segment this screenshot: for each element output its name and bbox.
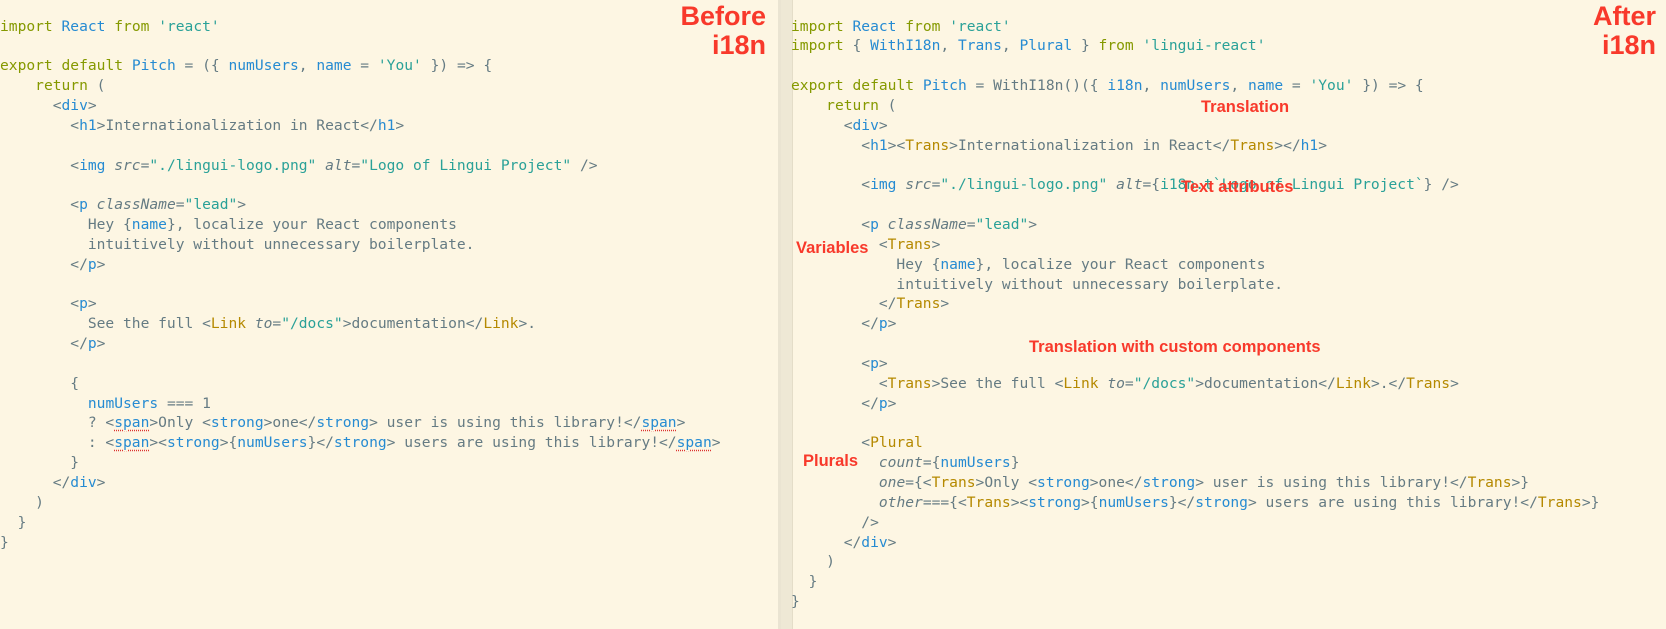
after-panel: After i18n import React from 'react' imp… — [781, 0, 1666, 629]
callout-text-attributes: Text attributes — [1181, 178, 1294, 196]
after-title: After i18n — [1593, 2, 1656, 60]
callout-translation-custom-components: Translation with custom components — [1029, 338, 1321, 356]
after-title-line2: i18n — [1601, 30, 1656, 60]
callout-translation: Translation — [1201, 98, 1290, 116]
before-code-block: import React from 'react' export default… — [0, 17, 721, 551]
callout-variables: Variables — [796, 239, 869, 257]
code-comparison-figure: Before i18n import React from 'react' ex… — [0, 0, 1666, 629]
after-title-line1: After — [1592, 1, 1656, 31]
after-code-block: import React from 'react' import { WithI… — [791, 17, 1600, 611]
callout-plurals: Plurals — [803, 452, 859, 470]
before-panel: Before i18n import React from 'react' ex… — [0, 0, 778, 629]
